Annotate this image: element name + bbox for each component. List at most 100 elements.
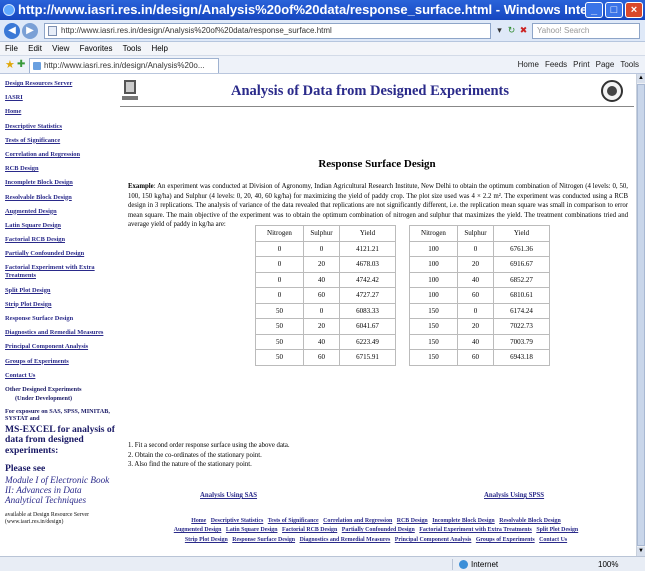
footer-link[interactable]: Split Plot Design xyxy=(536,527,578,533)
available-label: available at Design Resource Server (www… xyxy=(5,511,90,525)
table-cell: 50 xyxy=(255,302,304,319)
footer-link[interactable]: Descriptive Statistics xyxy=(211,518,264,524)
sidebar-item-factorial-rcb[interactable]: Factorial RCB Design xyxy=(5,236,120,244)
zoom-control[interactable]: 100% xyxy=(598,559,618,570)
home-command[interactable]: Home xyxy=(518,56,539,74)
footer-link[interactable]: Diagnostics and Remedial Measures xyxy=(300,537,391,543)
sidebar-item-design-resources-server[interactable]: Design Resources Server xyxy=(5,80,120,88)
sidebar-item-descriptive-statistics[interactable]: Descriptive Statistics xyxy=(5,123,120,131)
close-button[interactable]: × xyxy=(625,2,643,18)
sidebar-item-correlation-regression[interactable]: Correlation and Regression xyxy=(5,151,120,159)
footer-link[interactable]: RCB Design xyxy=(397,518,428,524)
table-cell: 4727.27 xyxy=(339,287,396,304)
favorites-star-icon[interactable]: ★ xyxy=(5,59,15,71)
window-title: http://www.iasri.res.in/design/Analysis%… xyxy=(18,2,593,17)
footer-link[interactable]: Latin Square Design xyxy=(226,527,278,533)
table-cell: 4678.03 xyxy=(339,256,396,273)
page-title: Analysis of Data from Designed Experimen… xyxy=(230,83,510,99)
forward-button[interactable]: ▶ xyxy=(22,23,38,39)
table-header: Yield xyxy=(339,225,396,242)
msexcel-label: MS-EXCEL for analysis of data from desig… xyxy=(5,423,115,456)
table-cell: 150 xyxy=(409,349,458,366)
table-cell: 0 xyxy=(457,240,494,257)
footer-link[interactable]: Factorial RCB Design xyxy=(282,527,337,533)
footer-link[interactable]: Groups of Experiments xyxy=(476,537,535,543)
table-cell: 40 xyxy=(303,271,340,288)
footer-link[interactable]: Factorial Experiment with Extra Treatmen… xyxy=(419,527,532,533)
vertical-scrollbar[interactable]: ▲ ▼ xyxy=(636,74,645,556)
sidebar-item-partially-confounded[interactable]: Partially Confounded Design xyxy=(5,250,120,258)
zoom-level: 100% xyxy=(598,560,619,569)
analysis-sas-link[interactable]: Analysis Using SAS xyxy=(200,492,257,499)
footer-link[interactable]: Augmented Design xyxy=(174,527,222,533)
table-gap xyxy=(396,226,410,242)
table-gap xyxy=(396,272,410,288)
table-cell: 4742.42 xyxy=(339,271,396,288)
table-row: 0 0 4121.21 100 0 6761.36 xyxy=(255,240,550,257)
sidebar-item-resolvable-block[interactable]: Resolvable Block Design xyxy=(5,194,120,202)
table-cell: 20 xyxy=(303,318,340,335)
sidebar-item-iasri[interactable]: IASRI xyxy=(5,94,120,102)
sidebar-item-principal-component[interactable]: Principal Component Analysis xyxy=(5,343,120,351)
back-button[interactable]: ◀ xyxy=(4,23,20,39)
analysis-spss-link[interactable]: Analysis Using SPSS xyxy=(484,492,544,499)
footer-link[interactable]: Home xyxy=(191,518,206,524)
footer-link[interactable]: Resolvable Block Design xyxy=(499,518,561,524)
table-cell: 40 xyxy=(457,333,494,350)
command-items: Home Feeds Print Page Tools xyxy=(518,56,639,74)
scroll-down-arrow-icon[interactable]: ▼ xyxy=(637,547,645,556)
table-cell: 20 xyxy=(303,256,340,273)
sidebar-item-response-surface[interactable]: Response Surface Design xyxy=(5,315,120,323)
footer-link[interactable]: Principal Component Analysis xyxy=(395,537,472,543)
sidebar-item-diagnostics[interactable]: Diagnostics and Remedial Measures xyxy=(5,329,120,337)
menu-favorites[interactable]: Favorites xyxy=(80,44,113,53)
add-favorites-icon[interactable]: ✚ xyxy=(17,59,25,71)
page-command[interactable]: Page xyxy=(596,56,615,74)
sidebar-item-latin-square[interactable]: Latin Square Design xyxy=(5,222,120,230)
stop-icon[interactable]: ✖ xyxy=(517,24,530,37)
footer-link[interactable]: Incomplete Block Design xyxy=(432,518,495,524)
minimize-button[interactable]: _ xyxy=(585,2,603,18)
sidebar-item-groups-of-experiments[interactable]: Groups of Experiments xyxy=(5,358,120,366)
scroll-thumb[interactable] xyxy=(637,84,645,546)
menu-help[interactable]: Help xyxy=(152,44,168,53)
sidebar-item-augmented-design[interactable]: Augmented Design xyxy=(5,208,120,216)
maximize-button[interactable]: □ xyxy=(605,2,623,18)
table-cell: 6174.24 xyxy=(493,302,550,319)
menu-edit[interactable]: Edit xyxy=(28,44,42,53)
sidebar-item-incomplete-block[interactable]: Incomplete Block Design xyxy=(5,179,120,187)
sidebar-item-split-plot[interactable]: Split Plot Design xyxy=(5,287,120,295)
search-input[interactable]: Yahoo! Search xyxy=(532,23,640,39)
menu-file[interactable]: File xyxy=(5,44,18,53)
scroll-up-arrow-icon[interactable]: ▲ xyxy=(637,74,645,83)
footer-link[interactable]: Contact Us xyxy=(539,537,567,543)
footer-link[interactable]: Response Surface Design xyxy=(232,537,295,543)
table-cell: 6223.49 xyxy=(339,333,396,350)
address-input[interactable]: http://www.iasri.res.in/design/Analysis%… xyxy=(44,23,491,39)
section-title: Response Surface Design xyxy=(318,158,436,170)
sidebar-item-contact-us[interactable]: Contact Us xyxy=(5,372,120,380)
table-cell: 100 xyxy=(409,287,458,304)
table-header: Nitrogen xyxy=(255,225,304,242)
table-cell: 0 xyxy=(457,302,494,319)
menu-tools[interactable]: Tools xyxy=(123,44,142,53)
table-cell: 60 xyxy=(303,287,340,304)
sidebar-item-strip-plot[interactable]: Strip Plot Design xyxy=(5,301,120,309)
browser-tab[interactable]: http://www.iasri.res.in/design/Analysis%… xyxy=(29,58,219,73)
table-cell: 0 xyxy=(255,287,304,304)
sidebar-item-home[interactable]: Home xyxy=(5,108,120,116)
table-row: 50 60 6715.91 150 60 6943.18 xyxy=(255,349,550,366)
print-command[interactable]: Print xyxy=(573,56,589,74)
footer-link[interactable]: Partially Confounded Design xyxy=(342,527,415,533)
feeds-command[interactable]: Feeds xyxy=(545,56,567,74)
sidebar-item-factorial-extra[interactable]: Factorial Experiment with Extra Treatmen… xyxy=(5,264,120,280)
menu-view[interactable]: View xyxy=(52,44,69,53)
table-gap xyxy=(396,288,410,304)
table-cell: 6810.61 xyxy=(493,287,550,304)
footer-link[interactable]: Tests of Significance xyxy=(268,518,319,524)
footer-link[interactable]: Strip Plot Design xyxy=(185,537,228,543)
sidebar-item-tests-of-significance[interactable]: Tests of Significance xyxy=(5,137,120,145)
sidebar-item-rcb-design[interactable]: RCB Design xyxy=(5,165,120,173)
footer-link[interactable]: Correlation and Regression xyxy=(323,518,392,524)
tools-command[interactable]: Tools xyxy=(620,56,639,74)
